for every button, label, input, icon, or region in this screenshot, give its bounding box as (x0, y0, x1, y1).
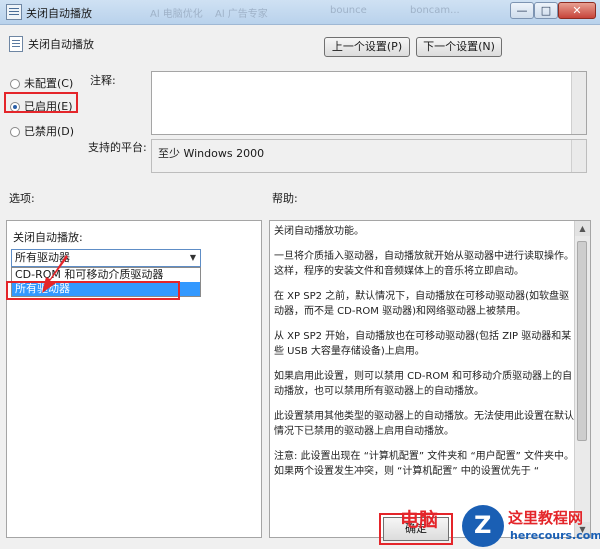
help-paragraph: 注意: 此设置出现在 “计算机配置” 文件夹和 “用户配置” 文件夹中。如果两个… (274, 451, 574, 477)
help-paragraph: 如果启用此设置，则可以禁用 CD-ROM 和可移动介质驱动器上的自动播放，也可以… (274, 371, 573, 397)
platform-field: 至少 Windows 2000 (151, 139, 587, 173)
platform-value: 至少 Windows 2000 (158, 147, 265, 160)
previous-setting-button[interactable]: 上一个设置(P) (324, 37, 410, 57)
close-button[interactable]: ✕ (558, 2, 596, 19)
background-ghost-text: Al 电脑优化 (150, 9, 203, 20)
window-title: 关闭自动播放 (26, 7, 92, 20)
radio-label: 已禁用(D) (24, 125, 75, 138)
platform-scrollbar[interactable] (571, 140, 586, 172)
radio-not-configured[interactable]: 未配置(C) (10, 75, 73, 91)
annotation-highlight-enabled (4, 92, 78, 113)
site-logo: Z 这里教程网 herecours.com (462, 505, 600, 549)
notes-scrollbar[interactable] (571, 72, 586, 134)
title-bar: 关闭自动播放 Al 电脑优化 Al 广告专家 bounce boncam... … (0, 0, 600, 25)
help-scrollbar[interactable]: ▲ ▼ (574, 221, 590, 537)
autoplay-option-caption: 关闭自动播放: (13, 231, 83, 244)
dropdown-arrow-icon: ▼ (189, 253, 196, 262)
platform-label: 支持的平台: (88, 141, 147, 154)
logo-site-url: herecours.com (510, 529, 600, 542)
options-section-label: 选项: (9, 192, 35, 205)
logo-site-name: 这里教程网 (508, 509, 584, 527)
help-text: 关闭自动播放功能。 一旦将介质插入驱动器，自动播放就开始从驱动器中进行读取操作。… (274, 224, 574, 489)
help-paragraph: 在 XP SP2 之前，默认情况下，自动播放在可移动驱动器(如软盘驱动器，而不是… (274, 291, 570, 317)
annotation-highlight-all-drives (6, 281, 180, 300)
policy-heading: 关闭自动播放 (28, 38, 94, 51)
radio-indicator (10, 127, 20, 137)
background-ghost-text: bounce (330, 5, 367, 16)
minimize-icon: — (516, 4, 528, 17)
background-ghost-text: boncam... (410, 5, 460, 16)
app-icon (6, 4, 22, 20)
help-panel: 关闭自动播放功能。 一旦将介质插入驱动器，自动播放就开始从驱动器中进行读取操作。… (269, 220, 591, 538)
scroll-thumb[interactable] (577, 241, 587, 441)
next-setting-button[interactable]: 下一个设置(N) (416, 37, 502, 57)
annotation-arrow-icon (42, 255, 68, 293)
radio-label: 未配置(C) (24, 77, 74, 90)
scroll-up-icon[interactable]: ▲ (575, 221, 590, 236)
maximize-icon: □ (540, 4, 552, 17)
help-paragraph: 关闭自动播放功能。 (274, 226, 364, 237)
background-ghost-text: Al 广告专家 (215, 9, 268, 20)
help-paragraph: 此设置禁用其他类型的驱动器上的自动播放。无法使用此设置在默认情况下已禁用的驱动器… (274, 411, 574, 437)
notes-label: 注释: (90, 74, 116, 87)
close-icon: ✕ (572, 4, 582, 17)
help-section-label: 帮助: (272, 192, 298, 205)
minimize-button[interactable]: — (510, 2, 534, 19)
radio-indicator (10, 79, 20, 89)
notes-textarea[interactable] (151, 71, 587, 135)
help-paragraph: 一旦将介质插入驱动器，自动播放就开始从驱动器中进行读取操作。这样，程序的安装文件… (274, 251, 574, 277)
logo-mark-icon: Z (462, 505, 504, 547)
policy-icon (9, 36, 23, 52)
help-paragraph: 从 XP SP2 开始，自动播放也在可移动驱动器(包括 ZIP 驱动器和某些 U… (274, 331, 572, 357)
watermark-text: 电脑 (400, 509, 439, 531)
radio-disabled[interactable]: 已禁用(D) (10, 123, 74, 139)
maximize-button[interactable]: □ (534, 2, 558, 19)
